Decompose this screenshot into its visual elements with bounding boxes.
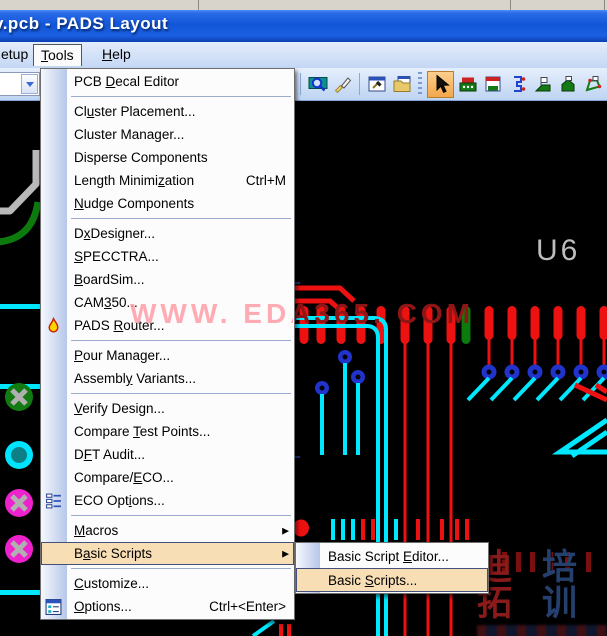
pads-layout-window: v.pcb - PADS Layout etup Tools Help U6 A…	[0, 0, 607, 636]
menu-separator	[41, 512, 294, 519]
menu-separator	[41, 93, 294, 100]
menu-item-label: ECO Options...	[74, 493, 165, 508]
chevron-down-icon	[25, 81, 34, 87]
submenu-arrow-icon: ▶	[282, 548, 289, 558]
menu-item-shortcut: Ctrl+M	[245, 173, 286, 188]
basic-scripts-submenu: Basic Script Editor... Basic Scripts...	[295, 542, 489, 594]
polygon-tool-icon[interactable]	[581, 73, 604, 96]
menu-item-compare-eco[interactable]: Compare/ECO...	[41, 466, 294, 489]
menu-item-label: Options...	[74, 599, 132, 614]
select-arrow-icon[interactable]	[427, 70, 454, 98]
zoom-tool-icon[interactable]	[306, 73, 329, 96]
menu-item-pour-manager[interactable]: Pour Manager...	[41, 344, 294, 367]
menu-item-label: DxDesigner...	[74, 226, 156, 241]
menu-item-label: PCB Decal Editor	[74, 74, 180, 89]
pin-flag-tool-icon[interactable]	[531, 73, 554, 96]
menu-item-specctra[interactable]: SPECCTRA...	[41, 245, 294, 268]
menu-item-cluster-placement[interactable]: Cluster Placement...	[41, 100, 294, 123]
tools-menu-items: PCB Decal Editor Cluster Placement... Clus…	[41, 70, 294, 618]
menu-item-label: Assembly Variants...	[74, 371, 197, 386]
menu-item-label: DFT Audit...	[74, 447, 146, 462]
home-tool-icon[interactable]	[556, 73, 579, 96]
menu-item-label: SPECCTRA...	[74, 249, 159, 264]
site-watermark-light: WWW. EDA365. COM	[130, 298, 293, 329]
menu-item-shortcut: Ctrl+<Enter>	[209, 599, 286, 614]
menu-separator	[41, 565, 294, 572]
menu-item-eco-options[interactable]: ECO Options...	[41, 489, 294, 512]
outer-window-edge	[0, 0, 607, 10]
menu-tools[interactable]: Tools	[33, 44, 82, 66]
menu-item-customize[interactable]: Customize...	[41, 572, 294, 595]
brand-watermark: 迪拓 培训	[477, 550, 607, 636]
menu-item-compare-test-points[interactable]: Compare Test Points...	[41, 420, 294, 443]
eco-icon	[45, 492, 62, 509]
edge-divider	[198, 0, 199, 10]
menu-item-label: Basic Script Editor...	[328, 548, 449, 564]
design-rule-tool-icon[interactable]	[481, 73, 504, 96]
toolbar-icons	[297, 70, 607, 98]
combo-dropdown-button[interactable]	[21, 74, 38, 94]
window-title: v.pcb - PADS Layout	[0, 14, 169, 33]
menu-separator	[41, 337, 294, 344]
edge-divider	[604, 0, 605, 10]
menu-item-label: Nudge Components	[74, 196, 195, 211]
menu-item-dxdesigner[interactable]: DxDesigner...	[41, 222, 294, 245]
menu-item-label: Verify Design...	[74, 401, 165, 416]
layer-combo-box[interactable]	[0, 72, 40, 96]
tools-menu: PCB Decal Editor Cluster Placement... Clus…	[40, 68, 295, 620]
menu-item-cluster-manager[interactable]: Cluster Manager...	[41, 123, 294, 146]
menu-separator	[41, 390, 294, 397]
menu-item-label: Customize...	[74, 576, 150, 591]
menu-item-boardsim[interactable]: BoardSim...	[41, 268, 294, 291]
menu-item-label: BoardSim...	[74, 272, 145, 287]
menu-item-label: Length Minimization	[74, 173, 195, 188]
brand-watermark-text: 迪拓 培训	[477, 548, 578, 623]
menu-item-assembly-variants[interactable]: Assembly Variants...	[41, 367, 294, 390]
submenu-arrow-icon: ▶	[282, 525, 289, 535]
edge-divider	[510, 0, 511, 10]
toolbar-grip[interactable]	[418, 72, 422, 96]
menu-item-dft-audit[interactable]: DFT Audit...	[41, 443, 294, 466]
toolbar-separator	[300, 73, 301, 95]
decal-editor-window-icon[interactable]	[365, 73, 388, 96]
menu-item-label: Cluster Placement...	[74, 104, 196, 119]
options-icon	[45, 598, 62, 615]
measure-tool-icon[interactable]	[506, 73, 529, 96]
menu-separator	[41, 215, 294, 222]
menu-item-label: Disperse Components	[74, 150, 208, 165]
menu-item-macros[interactable]: Macros ▶	[41, 519, 294, 542]
menu-help[interactable]: Help	[95, 44, 138, 65]
menu-item-basic-scripts[interactable]: Basic Scripts...	[296, 568, 488, 592]
brush-tool-icon[interactable]	[331, 73, 354, 96]
menu-item-label: Macros	[74, 523, 119, 538]
component-tool-icon[interactable]	[456, 73, 479, 96]
component-ref-des: U6	[536, 234, 581, 267]
submenu-items: Basic Script Editor... Basic Scripts...	[296, 544, 488, 592]
toolbar-separator	[359, 73, 360, 95]
brand-watermark-subtext	[477, 625, 607, 636]
menu-item-options[interactable]: Options... Ctrl+<Enter>	[41, 595, 294, 618]
menu-item-length-minimization[interactable]: Length Minimization Ctrl+M	[41, 169, 294, 192]
menu-item-pcb-decal-editor[interactable]: PCB Decal Editor	[41, 70, 294, 93]
menu-item-basic-script-editor[interactable]: Basic Script Editor...	[296, 544, 488, 568]
site-watermark-dark: WWW. EDA365. COM	[293, 298, 475, 329]
library-folder-icon[interactable]	[390, 73, 413, 96]
menu-item-label: Basic Scripts...	[328, 572, 418, 588]
menu-item-label: Compare Test Points...	[74, 424, 211, 439]
menu-item-disperse-components[interactable]: Disperse Components	[41, 146, 294, 169]
menu-item-basic-scripts[interactable]: Basic Scripts ▶	[41, 542, 294, 565]
titlebar[interactable]: v.pcb - PADS Layout	[0, 10, 607, 42]
menu-item-verify-design[interactable]: Verify Design...	[41, 397, 294, 420]
menu-item-label: Pour Manager...	[74, 348, 171, 363]
menu-setup-partial[interactable]: etup	[0, 44, 35, 65]
menu-item-label: Basic Scripts	[74, 546, 153, 561]
menu-item-nudge-components[interactable]: Nudge Components	[41, 192, 294, 215]
menu-item-label: Compare/ECO...	[74, 470, 174, 485]
menubar: etup Tools Help	[0, 42, 607, 68]
menu-item-label: Cluster Manager...	[74, 127, 185, 142]
